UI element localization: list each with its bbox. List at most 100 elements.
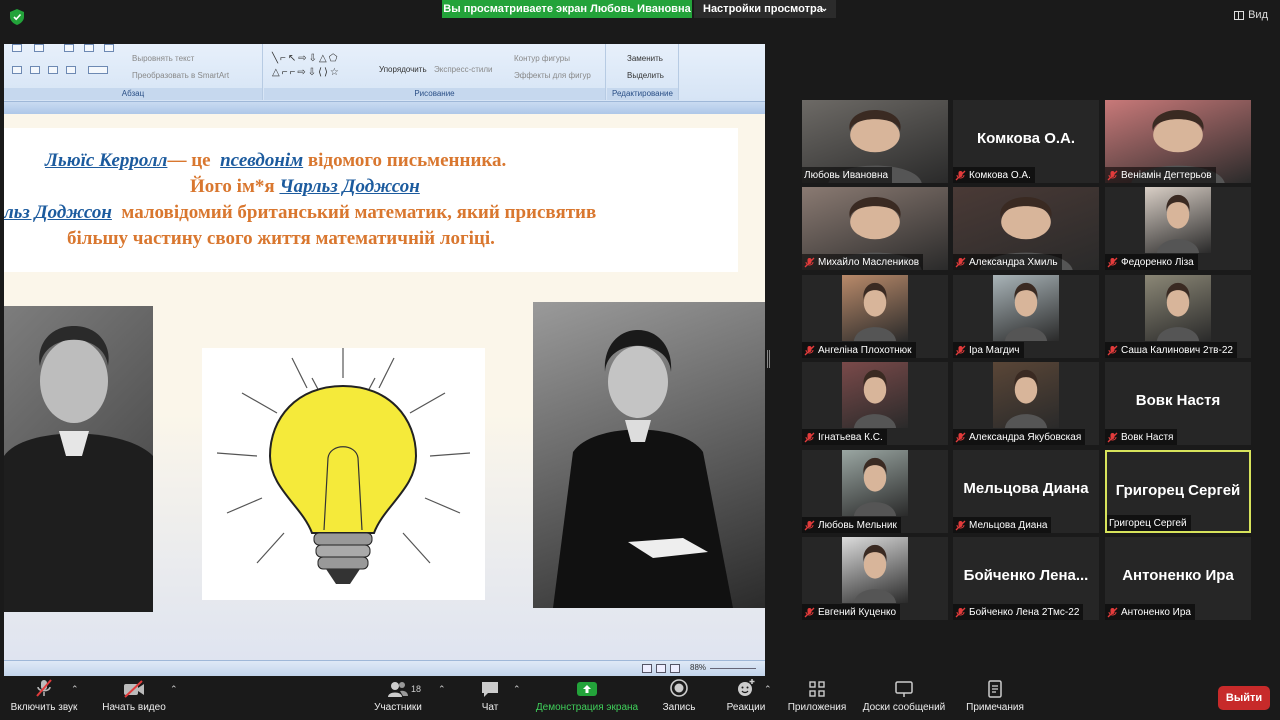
apps-button[interactable]: Приложения [784,676,850,720]
align-left-icon[interactable] [12,66,22,74]
align-right-icon[interactable] [48,66,58,74]
participant-video [993,362,1059,428]
view-button[interactable]: Вид [1234,9,1268,21]
panel-splitter-handle[interactable] [767,350,770,368]
columns-icon[interactable] [88,66,108,74]
participant-tile[interactable]: Любовь Ивановна [802,100,948,183]
participant-nameplate: Федоренко Ліза [1105,254,1198,270]
participant-tile[interactable]: Ігнатьева К.С. [802,362,948,445]
shield-icon[interactable] [10,9,24,25]
portrait-photo-right [533,302,765,608]
participants-button[interactable]: Участники [368,676,428,720]
participant-name: Александра Хмиль [969,256,1058,268]
participant-tile[interactable]: Антоненко Ира Антоненко Ира [1105,537,1251,620]
participant-tile[interactable]: Григорец Сергей Григорец Сергей [1105,450,1251,533]
participant-tile[interactable]: Федоренко Ліза [1105,187,1251,270]
zoom-meeting-window: Вы просматриваете экран Любовь Ивановна … [0,0,1280,720]
whiteboards-label: Доски сообщений [862,702,946,713]
participant-tile[interactable]: Вовк Настя Вовк Настя [1105,362,1251,445]
reactions-options-caret[interactable]: ⌃ [764,684,772,695]
share-screen-icon [577,682,597,696]
participant-name: Григорец Сергей [1109,517,1187,529]
align-text-button[interactable]: Выровнять текст [132,54,194,63]
express-styles-button[interactable]: Экспресс-стили [434,65,493,74]
dodgson-link[interactable]: льз Доджсон [4,202,112,223]
participant-tile[interactable]: Михайло Маслеников [802,187,948,270]
unmute-button[interactable]: Включить звук [8,676,80,720]
shared-screen[interactable]: Выровнять текст Преобразовать в SmartArt… [4,44,765,676]
reactions-button[interactable]: Реакции [722,676,770,720]
list-icon[interactable] [12,44,22,52]
indent-icon[interactable] [64,44,74,52]
lewis-carroll-link[interactable]: Льюїс Керролл [45,150,167,171]
numbered-list-icon[interactable] [34,44,44,52]
mic-muted-icon [955,432,966,443]
charles-dodgson-link[interactable]: Чарльз Доджсон [279,176,419,197]
participant-name: Любовь Ивановна [804,169,889,181]
participant-tile[interactable]: Ангеліна Плохотнюк [802,275,948,358]
participant-tile[interactable]: Веніамін Дегтерьов [1105,100,1251,183]
slideshow-view-icon[interactable] [670,664,680,673]
portrait-photo-left [4,306,153,612]
participant-tile[interactable]: Александра Хмиль [953,187,1099,270]
participants-label: Участники [374,702,422,713]
participant-tile[interactable]: Александра Якубовская [953,362,1099,445]
mic-muted-icon [955,520,966,531]
participant-name: Федоренко Ліза [1121,256,1194,268]
participant-video [993,275,1059,341]
whiteboards-button[interactable]: Доски сообщений [858,676,950,720]
participant-tile[interactable]: Бойченко Лена... Бойченко Лена 2Тмс-22 [953,537,1099,620]
view-settings-dropdown[interactable]: Настройки просмотра ⌄ [694,0,836,18]
chat-button[interactable]: Чат [470,676,510,720]
participant-name: Любовь Мельник [818,519,897,531]
view-label: Вид [1248,9,1268,21]
participant-name: Комкова О.А. [969,169,1031,181]
line-spacing-icon[interactable] [104,44,114,52]
replace-button[interactable]: Заменить [627,54,663,63]
audio-options-caret[interactable]: ⌃ [71,684,79,695]
ribbon-group-paragraph: Выровнять текст Преобразовать в SmartArt… [4,44,263,100]
ribbon-group-editing: Заменить Выделить Редактирование [607,44,679,100]
slide-text: маловідомий британський математик, який … [121,202,597,223]
mic-muted-icon [955,257,966,268]
chat-options-caret[interactable]: ⌃ [513,684,521,695]
zoom-slider[interactable] [710,668,756,669]
video-options-caret[interactable]: ⌃ [170,684,178,695]
participants-options-caret[interactable]: ⌃ [438,684,446,695]
pseudonym-link[interactable]: псевдонім [220,150,303,171]
participant-tile[interactable]: Іра Магдич [953,275,1099,358]
notes-button[interactable]: Примечания [962,676,1028,720]
participant-tile[interactable]: Мельцова Диана Мельцова Диана [953,450,1099,533]
normal-view-icon[interactable] [642,664,652,673]
participant-tile[interactable]: Саша Калинович 2тв-22 [1105,275,1251,358]
shapes-gallery[interactable]: ╲⌐↖⇨⇩△⬠ △⌐⌐⇨⇩⟨⟩☆ [272,52,376,82]
arrange-button[interactable]: Упорядочить [379,65,427,74]
mic-muted-icon [804,257,815,268]
participant-tile[interactable]: Комкова О.А. Комкова О.А. [953,100,1099,183]
slide-text: — це [167,150,211,171]
mic-muted-icon [804,520,815,531]
slide-line-2: Його ім*я Чарльз Доджсон [190,176,420,198]
record-button[interactable]: Запись [658,676,700,720]
participant-tile[interactable]: Евгений Куценко [802,537,948,620]
share-screen-button[interactable]: Демонстрация экрана [530,676,644,720]
shape-effects-button[interactable]: Эффекты для фигур [514,71,591,80]
convert-smartart-button[interactable]: Преобразовать в SmartArt [132,71,229,80]
participant-nameplate: Саша Калинович 2тв-22 [1105,342,1237,358]
participant-nameplate: Ігнатьева К.С. [802,429,887,445]
align-center-icon[interactable] [30,66,40,74]
participant-name: Михайло Маслеников [818,256,920,268]
leave-button[interactable]: Выйти [1218,686,1270,710]
top-bar: Вы просматриваете экран Любовь Ивановна … [0,0,1280,34]
start-video-button[interactable]: Начать видео [100,676,168,720]
participant-tile[interactable]: Любовь Мельник [802,450,948,533]
select-button[interactable]: Выделить [627,71,664,80]
slide-text: Його ім*я [190,176,275,197]
sorter-view-icon[interactable] [656,664,666,673]
outdent-icon[interactable] [84,44,94,52]
participant-nameplate: Александра Хмиль [953,254,1062,270]
justify-icon[interactable] [66,66,76,74]
office-ribbon: Выровнять текст Преобразовать в SmartArt… [4,44,765,102]
participant-video [842,450,908,516]
shape-outline-button[interactable]: Контур фигуры [514,54,570,63]
